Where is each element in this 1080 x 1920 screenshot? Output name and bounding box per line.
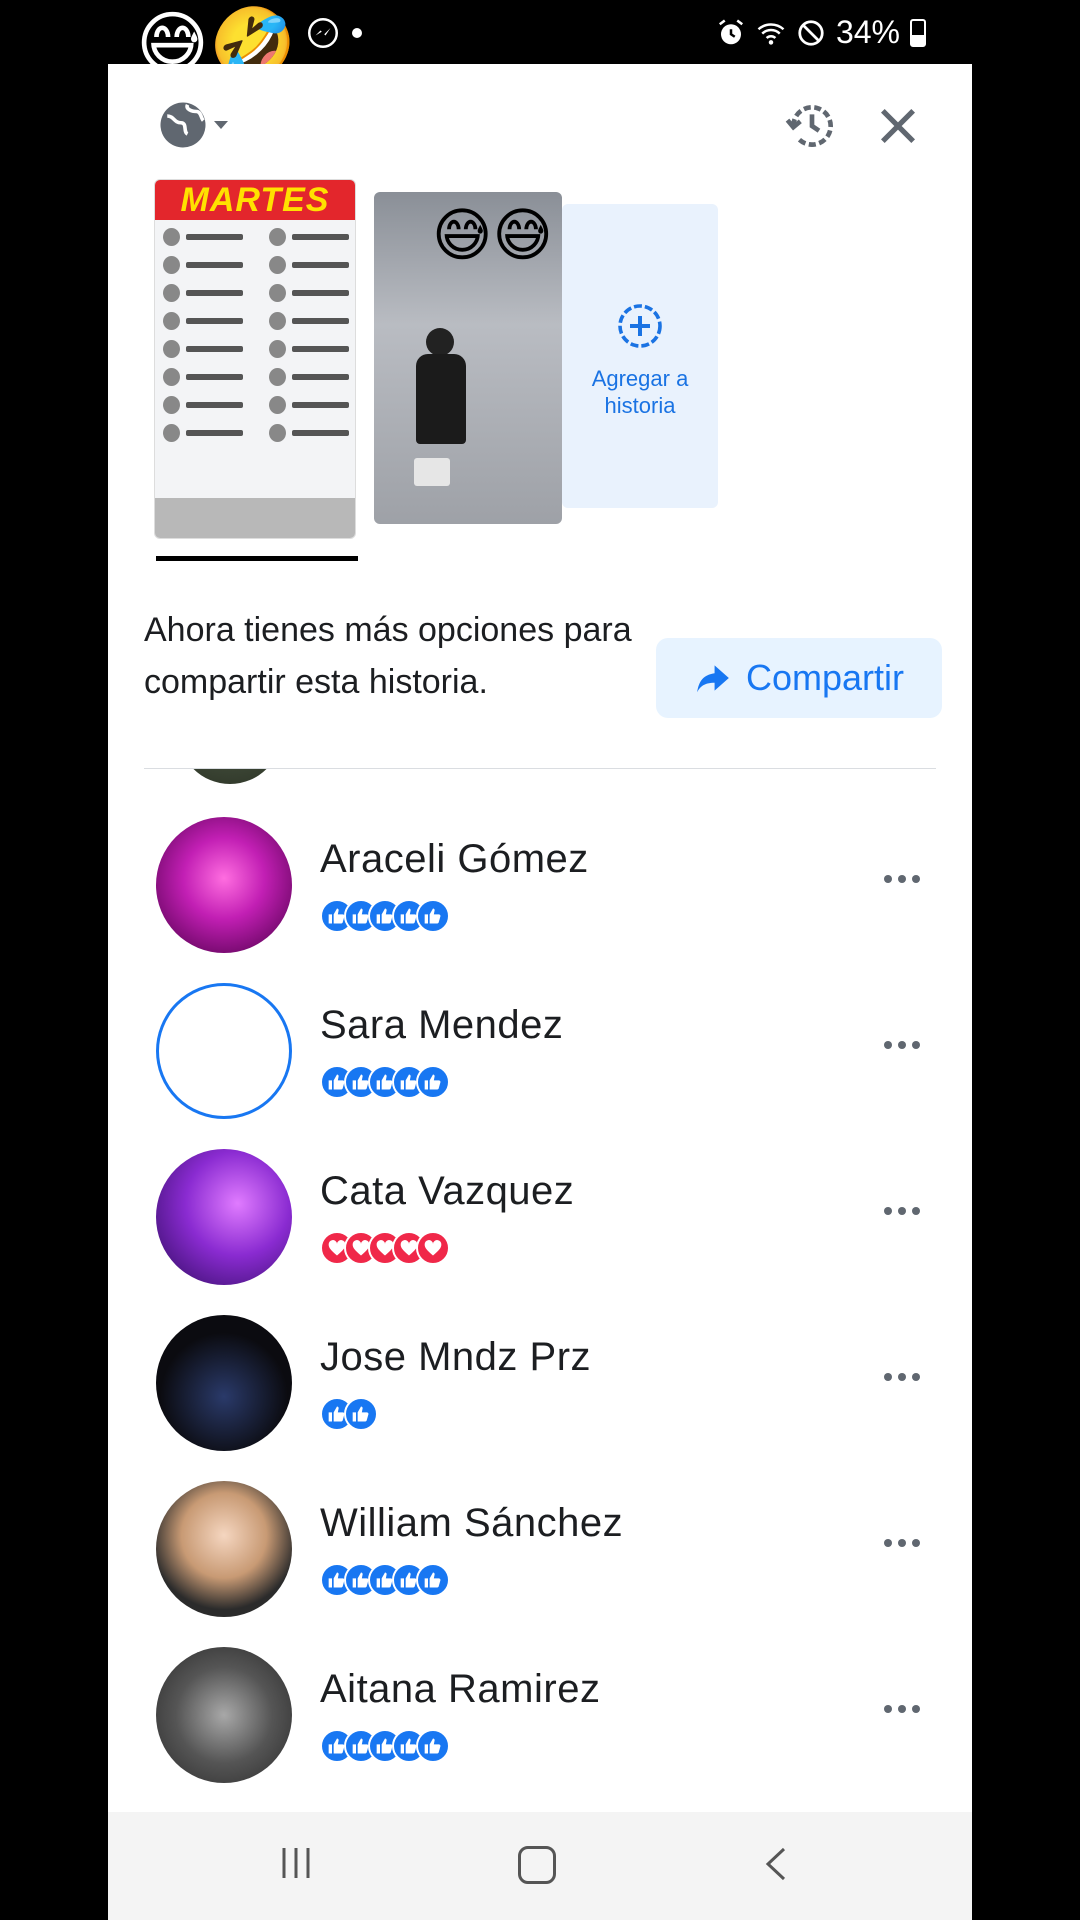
recent-apps-icon[interactable] (276, 1846, 316, 1880)
more-options-icon[interactable] (884, 1035, 924, 1055)
love-reaction-icon (416, 1231, 450, 1265)
divider (144, 768, 936, 769)
story-screenshot-preview (163, 228, 349, 524)
share-options-message: Ahora tienes más opciones para compartir… (144, 611, 632, 701)
selected-story-indicator (156, 556, 358, 561)
story-emoji-sticker: 😅😅 (432, 203, 553, 268)
viewer-name[interactable]: Araceli Gómez (320, 837, 589, 882)
viewer-row[interactable]: Cata Vazquez (108, 1149, 972, 1289)
avatar[interactable] (156, 1149, 292, 1285)
system-nav-bar (108, 1812, 972, 1920)
like-reaction-icon (416, 1065, 450, 1099)
reaction-badges (320, 899, 450, 933)
reaction-badges (320, 1729, 450, 1763)
story-thumbnail-2[interactable]: 😅😅 (374, 192, 562, 524)
battery-percent: 34% (835, 14, 900, 50)
avatar[interactable] (156, 1315, 292, 1451)
top-bar (108, 64, 972, 184)
viewer-row[interactable]: William Sánchez (108, 1481, 972, 1621)
reaction-badges (320, 1231, 450, 1265)
story-photo-bag (414, 458, 450, 486)
alarm-icon (718, 19, 743, 44)
story-banner-text: MARTES (155, 180, 355, 220)
story-viewers-panel: MARTES 😅😅 Agregar a historia Ahora tiene… (108, 64, 972, 1920)
like-reaction-icon (416, 899, 450, 933)
viewer-name[interactable]: Aitana Ramirez (320, 1667, 600, 1712)
viewer-name[interactable]: Cata Vazquez (320, 1169, 574, 1214)
globe-icon (160, 102, 206, 148)
more-options-icon[interactable] (884, 1201, 924, 1221)
privacy-selector-button[interactable] (156, 98, 228, 152)
more-options-icon[interactable] (884, 1533, 924, 1553)
viewer-row[interactable]: Araceli Gómez (108, 817, 972, 957)
reaction-badges (320, 1397, 378, 1431)
viewer-row[interactable]: Sara Mendez (108, 983, 972, 1123)
history-icon[interactable] (784, 98, 840, 154)
battery-icon (910, 18, 926, 47)
more-options-icon[interactable] (884, 1699, 924, 1719)
share-arrow-icon (697, 665, 729, 693)
close-icon[interactable] (872, 100, 924, 152)
back-icon[interactable] (762, 1846, 788, 1882)
avatar[interactable] (156, 817, 292, 953)
viewer-name[interactable]: Jose Mndz Prz (320, 1335, 591, 1380)
viewer-name[interactable]: Sara Mendez (320, 1003, 563, 1048)
avatar (178, 768, 282, 784)
share-button[interactable]: Compartir (656, 638, 942, 718)
more-options-icon[interactable] (884, 1367, 924, 1387)
viewer-row[interactable]: Jose Mndz Prz (108, 1315, 972, 1455)
add-to-story-button[interactable]: Agregar a historia (562, 204, 718, 508)
reaction-badges (320, 1563, 450, 1597)
system-status-icons: 34% (716, 14, 926, 51)
status-bar: 😅🤣 34% (0, 0, 1080, 83)
like-reaction-icon (416, 1729, 450, 1763)
avatar[interactable] (156, 1481, 292, 1617)
home-icon[interactable] (518, 1846, 556, 1884)
share-button-label: Compartir (745, 657, 905, 698)
more-options-icon[interactable] (884, 869, 924, 889)
messenger-icon (308, 18, 338, 48)
notification-dot-icon (352, 28, 362, 38)
do-not-disturb-icon (798, 19, 824, 46)
wifi-icon (757, 22, 785, 45)
add-circle-icon (618, 304, 662, 348)
avatar[interactable] (156, 983, 292, 1119)
add-to-story-label: Agregar a historia (591, 366, 689, 418)
chevron-down-icon (214, 121, 228, 129)
notification-icons (308, 18, 362, 48)
like-reaction-icon (416, 1563, 450, 1597)
avatar[interactable] (156, 1647, 292, 1783)
story-photo-person (416, 328, 466, 448)
viewer-name[interactable]: William Sánchez (320, 1501, 623, 1546)
like-reaction-icon (344, 1397, 378, 1431)
story-footer (155, 498, 355, 538)
story-thumbnail-1[interactable]: MARTES (154, 179, 356, 539)
viewer-row[interactable]: Aitana Ramirez (108, 1647, 972, 1787)
reaction-badges (320, 1065, 450, 1099)
